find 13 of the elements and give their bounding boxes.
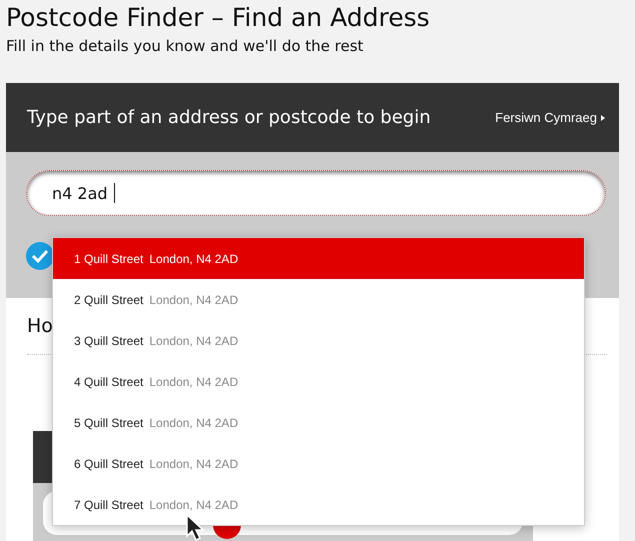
search-field[interactable]: n4 2ad (26, 170, 606, 216)
section-heading: Ho (27, 315, 53, 337)
suggestion-item[interactable]: 6 Quill Street London, N4 2AD (53, 443, 584, 484)
page-title: Postcode Finder – Find an Address (5, 2, 431, 34)
suggestion-item[interactable]: 3 Quill Street London, N4 2AD (53, 320, 584, 361)
suggestion-item[interactable]: 4 Quill Street London, N4 2AD (53, 361, 584, 402)
page-subtitle: Fill in the details you know and we'll do the rest (5, 36, 364, 56)
suggestion-item[interactable]: 7 Quill Street London, N4 2AD (53, 484, 584, 525)
suggestion-item[interactable]: 2 Quill Street London, N4 2AD (53, 279, 584, 320)
suggestion-item[interactable]: 5 Quill Street London, N4 2AD (53, 402, 584, 443)
suggestion-item[interactable]: 1 Quill Street London, N4 2AD (53, 238, 584, 279)
panel-heading: Type part of an address or postcode to begin (27, 107, 431, 128)
language-link[interactable]: Fersiwn Cymraeg (495, 110, 605, 125)
